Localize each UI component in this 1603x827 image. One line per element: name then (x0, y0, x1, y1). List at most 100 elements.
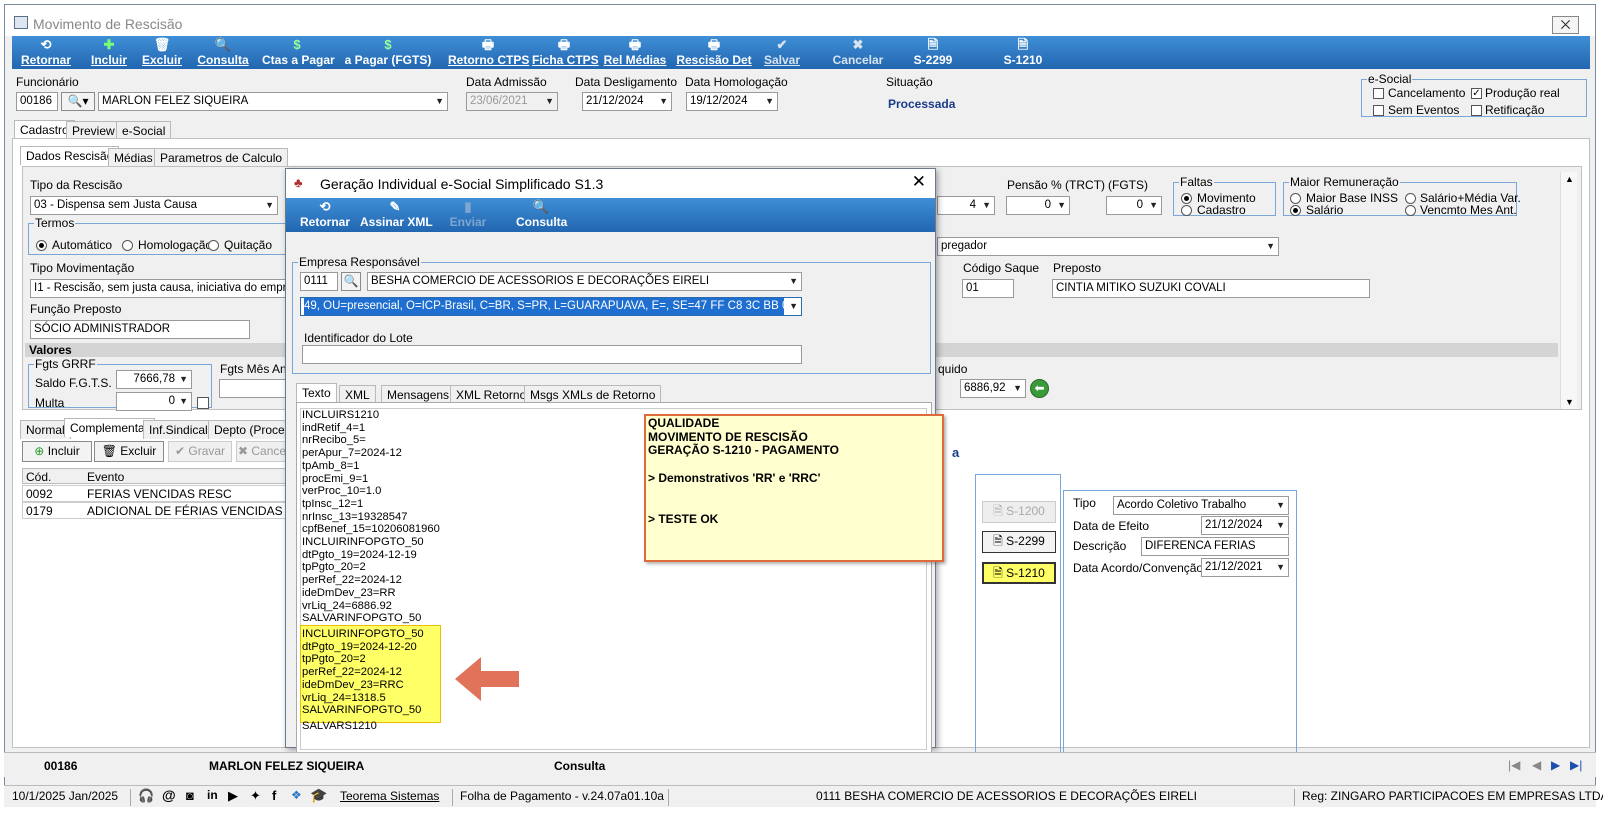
scrollbar[interactable]: ▲ ▼ (1560, 172, 1577, 409)
esocial-tab-fragment[interactable]: a (952, 445, 959, 460)
s1210-button-panel[interactable]: 🗎 S-1210 (982, 562, 1056, 584)
instagram-icon[interactable]: ◙ (186, 788, 194, 803)
tipo-mov-select[interactable]: I1 - Rescisão, sem justa causa, iniciati… (30, 279, 290, 298)
pensao-fgts-select[interactable]: 0 ▼ (1106, 196, 1162, 215)
xml-line-highlighted: SALVARINFOPGTO_50 (302, 704, 422, 717)
twitter-icon[interactable]: ✦ (250, 788, 261, 804)
descricao-label: Descrição (1073, 539, 1127, 553)
tab-parametros[interactable]: Parametros de Calculo (154, 148, 289, 167)
nav-next-icon[interactable]: ▶ (1551, 758, 1560, 772)
certificado-select[interactable]: 49, OU=presencial, O=ICP-Brasil, C=BR, S… (300, 297, 802, 316)
sem-eventos-checkbox[interactable] (1373, 105, 1384, 116)
close-window-button[interactable]: ⨉ (1552, 16, 1579, 34)
tab-inf-sindical[interactable]: Inf.Sindical (143, 420, 214, 439)
tab-medias[interactable]: Médias (108, 148, 159, 167)
graduation-icon[interactable]: 🎓 (310, 787, 327, 804)
close-icon[interactable]: ✕ (912, 172, 926, 192)
linkedin-icon[interactable]: in (207, 788, 218, 802)
multa-checkbox[interactable] (197, 397, 209, 409)
funcionario-name-select[interactable]: MARLON FELEZ SIQUEIRA ▼ (98, 92, 448, 111)
empregador-select[interactable]: pregador ▼ (937, 237, 1279, 256)
pagar-fgts-button[interactable]: $ a Pagar (FGTS) (342, 36, 434, 69)
empresa-lookup-button[interactable]: 🔍 (341, 272, 361, 291)
row-cod: 0179 (26, 504, 53, 518)
funcionario-lookup-button[interactable]: 🔍▾ (61, 92, 95, 111)
headset-icon[interactable]: 🎧 (138, 788, 154, 804)
admissao-date-field[interactable]: 23/06/2021 ▼ (466, 92, 558, 111)
movimento-radio[interactable] (1181, 193, 1192, 204)
at-icon[interactable]: @ (162, 787, 176, 803)
youtube-icon[interactable]: ▶ (228, 788, 238, 804)
codigo-saque-label: Código Saque (963, 261, 1040, 275)
desligamento-date-field[interactable]: 21/12/2024 ▼ (582, 92, 672, 111)
nav-first-icon[interactable]: |◀ (1508, 758, 1520, 772)
pensao-trct-select[interactable]: 0 ▼ (1006, 196, 1070, 215)
saldo-fgts-input[interactable]: 7666,78 ▼ (116, 370, 192, 389)
salario-radio[interactable] (1290, 205, 1301, 216)
cancelamento-checkbox[interactable] (1373, 88, 1384, 99)
field-partial-select[interactable]: 4 ▼ (937, 196, 995, 215)
s2299-button[interactable]: 🗎 S-2299 (910, 36, 956, 69)
tab-complementar[interactable]: Complementar (64, 418, 155, 437)
incluir-button[interactable]: ✚ Incluir (84, 36, 134, 69)
cadastro-radio[interactable] (1181, 205, 1192, 216)
empresa-name-select[interactable]: BESHA COMERCIO DE ACESSORIOS E DECORAÇÕE… (367, 272, 802, 291)
homologacao-radio[interactable] (122, 240, 133, 251)
arrow-left-icon[interactable]: ⬅ (1030, 379, 1049, 398)
data-efeito-field[interactable]: 21/12/2024 ▼ (1201, 516, 1289, 535)
facebook-icon[interactable]: f (272, 788, 276, 803)
nav-last-icon[interactable]: ▶| (1570, 758, 1582, 772)
excluir-button[interactable]: 🗑 Excluir (138, 36, 186, 69)
nav-prev-icon[interactable]: ◀ (1532, 758, 1541, 772)
retornar-button[interactable]: ⟲ Retornar (16, 36, 76, 69)
s1210-button[interactable]: 🗎 S-1210 (1000, 36, 1046, 69)
salario-media-radio[interactable] (1405, 193, 1416, 204)
tab-dados-rescisao[interactable]: Dados Rescisão (20, 146, 120, 165)
xml-line: INCLUIRINFOPGTO_50 (302, 536, 424, 549)
dialog-retornar-button[interactable]: ⟲ Retornar (294, 198, 356, 231)
fgts-mes-input[interactable] (219, 379, 289, 398)
data-acordo-field[interactable]: 21/12/2021 ▼ (1201, 558, 1289, 577)
cancelar-button-lower[interactable]: ✖ Cance (236, 441, 288, 462)
salvar-button[interactable]: ✔ Salvar (760, 36, 804, 69)
automatico-radio[interactable] (36, 240, 47, 251)
xml-line: nrInsc_13=19328547 (302, 510, 408, 523)
homologacao-date-field[interactable]: 19/12/2024 ▼ (686, 92, 778, 111)
maior-base-radio[interactable] (1290, 193, 1301, 204)
multa-input[interactable]: 0 ▼ (116, 392, 192, 411)
vencmto-radio[interactable] (1405, 205, 1416, 216)
excluir-button-lower[interactable]: 🗑 Excluir (94, 441, 164, 462)
incluir-button-lower[interactable]: ⊕ Incluir (22, 441, 92, 462)
cancelar-button[interactable]: ✖ Cancelar (830, 36, 886, 69)
liquido-input[interactable]: 6886,92 ▼ (960, 379, 1026, 398)
rescisao-det-button[interactable]: 🖶 Rescisão Det (676, 36, 752, 69)
descricao-input[interactable]: DIFERENCA FERIAS (1141, 537, 1289, 556)
consulta-button[interactable]: 🔍 Consulta (196, 36, 250, 69)
funcionario-code-input[interactable]: 00186 (16, 92, 58, 111)
ctas-pagar-button[interactable]: $ Ctas a Pagar (262, 36, 335, 69)
lote-input[interactable] (302, 345, 802, 364)
teorema-link[interactable]: Teorema Sistemas (340, 789, 439, 803)
retorno-ctps-button[interactable]: 🖶 Retorno CTPS (448, 36, 529, 69)
codigo-saque-input[interactable]: 01 (962, 279, 1014, 298)
enviar-button[interactable]: ▮ Enviar (446, 198, 490, 231)
empresa-code-input[interactable]: 0111 (300, 272, 338, 291)
assinar-xml-button[interactable]: ✎ Assinar XML (360, 198, 433, 231)
s1200-button[interactable]: 🗎 S-1200 (982, 501, 1056, 523)
producao-real-checkbox[interactable]: ✓ (1471, 88, 1482, 99)
rel-medias-button[interactable]: 🖶 Rel Médias (602, 36, 668, 69)
preposto-input[interactable]: CINTIA MITIKO SUZUKI COVALI (1052, 279, 1370, 298)
retificacao-checkbox[interactable] (1471, 105, 1482, 116)
quitacao-radio[interactable] (208, 240, 219, 251)
ficha-ctps-button[interactable]: 🖶 Ficha CTPS (532, 36, 599, 69)
tipo-select[interactable]: Acordo Coletivo Trabalho ▼ (1113, 496, 1289, 515)
gravar-button[interactable]: ✔ Gravar (168, 441, 232, 462)
tab-depto[interactable]: Depto (Processa (208, 420, 288, 439)
table-row[interactable]: 0179 ADICIONAL DE FÉRIAS VENCIDAS RESC (22, 502, 288, 519)
dialog-consulta-button[interactable]: 🔍 Consulta (516, 198, 567, 231)
funcao-preposto-input[interactable]: SÓCIO ADMINISTRADOR (30, 320, 250, 339)
tab-texto[interactable]: Texto (296, 383, 337, 402)
s2299-button-panel[interactable]: 🗎 S-2299 (982, 531, 1056, 553)
tipo-rescisao-select[interactable]: 03 - Dispensa sem Justa Causa ▼ (30, 196, 278, 215)
table-row[interactable]: 0092 FERIAS VENCIDAS RESC (22, 485, 288, 502)
